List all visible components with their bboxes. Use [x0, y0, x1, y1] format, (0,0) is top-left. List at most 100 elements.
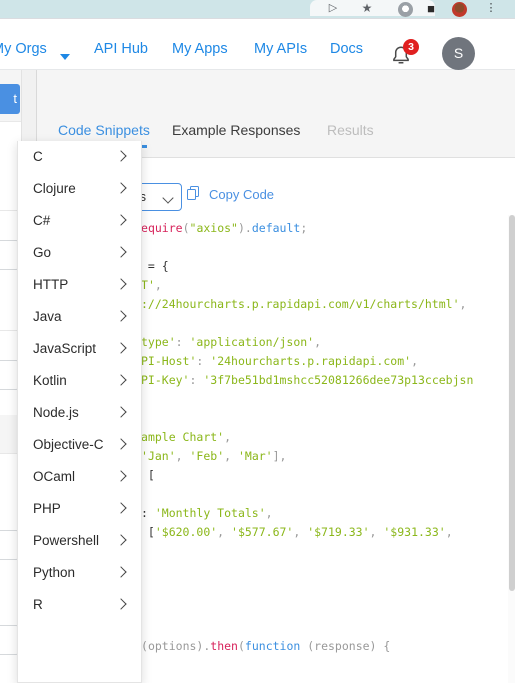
api-hub-screen: ▷ ★ ■ ⋮ My Orgs API Hub My Apps My APIs …: [0, 0, 515, 683]
code-token: ,: [217, 525, 232, 539]
code-token: default: [251, 221, 301, 235]
chevron-right-icon: [115, 566, 127, 578]
dropdown-item-label: Kotlin: [33, 373, 67, 388]
dropdown-item-label: Node.js: [33, 405, 79, 420]
tab-code-snippets[interactable]: Code Snippets: [58, 122, 150, 138]
top-navigation: My Orgs API Hub My Apps My APIs Docs 3 S: [0, 19, 515, 82]
peek-divider: [0, 121, 21, 122]
chevron-right-icon: [115, 502, 127, 514]
dropdown-item-label: OCaml: [33, 469, 76, 484]
dropdown-item-java[interactable]: Java: [18, 301, 141, 333]
code-token: 'Monthly Totals': [154, 506, 266, 520]
code-token: "axios": [189, 221, 238, 235]
nav-api-hub[interactable]: API Hub: [94, 41, 148, 57]
extension-icon[interactable]: [398, 2, 413, 17]
code-token: 'Mar': [237, 449, 273, 463]
dropdown-item-label: Objective-C: [33, 437, 104, 452]
chevron-right-icon: [115, 246, 127, 258]
dropdown-item-python[interactable]: Python: [18, 557, 141, 589]
dropdown-item-powershell[interactable]: Powershell: [18, 525, 141, 557]
nav-docs[interactable]: Docs: [330, 41, 363, 57]
chevron-down-icon: [162, 192, 174, 204]
nav-my-apis[interactable]: My APIs: [254, 41, 307, 57]
chevron-right-icon: [115, 214, 127, 226]
dropdown-item-c-[interactable]: C#: [18, 205, 141, 237]
chevron-down-icon[interactable]: [60, 54, 70, 60]
dropdown-item-label: R: [33, 597, 43, 612]
dropdown-item-label: Clojure: [33, 181, 76, 196]
dropdown-item-http[interactable]: HTTP: [18, 269, 141, 301]
code-token: '24hourcharts.p.rapidapi.com': [210, 354, 412, 368]
chevron-right-icon: [115, 150, 127, 162]
test-endpoint-button[interactable]: t: [0, 84, 20, 114]
browser-chrome: ▷ ★ ■ ⋮: [0, 0, 515, 18]
code-token: function: [244, 639, 301, 653]
code-token: ,: [224, 430, 232, 444]
code-token: '3f7be51bd1mshcc52081266dee73p13ccebjsn: [203, 373, 474, 387]
code-token: 'https://24hourcharts.p.rapidapi.com/v1/…: [99, 297, 460, 311]
dropdown-item-node-js[interactable]: Node.js: [18, 397, 141, 429]
code-token: :: [175, 335, 190, 349]
code-token: :: [189, 373, 204, 387]
code-token: ,: [445, 525, 453, 539]
dropdown-item-label: PHP: [33, 501, 61, 516]
chevron-right-icon: [115, 310, 127, 322]
copy-code-button[interactable]: Copy Code: [209, 187, 274, 202]
dropdown-item-go[interactable]: Go: [18, 237, 141, 269]
dropdown-item-clojure[interactable]: Clojure: [18, 173, 141, 205]
dropdown-item-label: Powershell: [33, 533, 100, 548]
dropdown-item-kotlin[interactable]: Kotlin: [18, 365, 141, 397]
nav-my-apps[interactable]: My Apps: [172, 41, 228, 57]
share-icon[interactable]: ▷: [326, 2, 340, 15]
copy-icon-front: [187, 189, 196, 200]
code-scrollbar[interactable]: [508, 215, 515, 683]
dropdown-item-c[interactable]: C: [18, 141, 141, 173]
code-token: ],: [272, 449, 287, 463]
code-token: ,: [369, 525, 384, 539]
chevron-right-icon: [115, 406, 127, 418]
language-dropdown-menu[interactable]: C Clojure C# Go HTTP Java JavaScript Kotlin Node…: [17, 141, 142, 683]
dropdown-item-r[interactable]: R: [18, 589, 141, 621]
code-token: .: [244, 221, 252, 235]
code-token: ,: [175, 449, 190, 463]
dropdown-item-objective-c[interactable]: Objective-C: [18, 429, 141, 461]
dropdown-item-label: Go: [33, 245, 52, 260]
chevron-right-icon: [115, 470, 127, 482]
chevron-right-icon: [115, 534, 127, 546]
chevron-right-icon: [115, 342, 127, 354]
profile-avatar-icon[interactable]: [452, 2, 467, 17]
notification-badge[interactable]: 3: [403, 39, 419, 55]
code-token: ,: [293, 525, 308, 539]
code-token: (options): [141, 639, 204, 653]
dropdown-item-label: C: [33, 149, 43, 164]
code-token: ,: [314, 335, 322, 349]
code-token: 'Jan': [141, 449, 176, 463]
code-token: ,: [154, 278, 162, 292]
dropdown-item-javascript[interactable]: JavaScript: [18, 333, 141, 365]
dropdown-item-php[interactable]: PHP: [18, 493, 141, 525]
tab-example-responses[interactable]: Example Responses: [172, 122, 300, 138]
chevron-right-icon: [115, 278, 127, 290]
code-token: 'application/json': [189, 335, 315, 349]
code-token: ,: [411, 354, 418, 368]
copy-icon[interactable]: [187, 186, 201, 202]
chevron-right-icon: [115, 182, 127, 194]
code-token: 'Feb': [189, 449, 225, 463]
code-token: ,: [265, 506, 273, 520]
extension-dark-icon[interactable]: ■: [424, 2, 438, 15]
code-token: ;: [300, 221, 308, 235]
dropdown-item-ocaml[interactable]: OCaml: [18, 461, 141, 493]
code-token: (: [237, 639, 245, 653]
chrome-menu-icon[interactable]: ⋮: [484, 2, 498, 15]
dropdown-item-label: JavaScript: [33, 341, 97, 356]
nav-my-orgs[interactable]: My Orgs: [0, 41, 47, 57]
code-token: '$719.33': [307, 525, 370, 539]
scrollbar-thumb[interactable]: [509, 215, 515, 591]
chevron-right-icon: [115, 374, 127, 386]
code-token: then: [210, 639, 238, 653]
code-token: '$620.00': [154, 525, 218, 539]
bookmark-star-icon[interactable]: ★: [360, 2, 374, 15]
code-token: '$577.67': [231, 525, 294, 539]
user-avatar[interactable]: S: [442, 37, 475, 70]
chevron-right-icon: [115, 438, 127, 450]
